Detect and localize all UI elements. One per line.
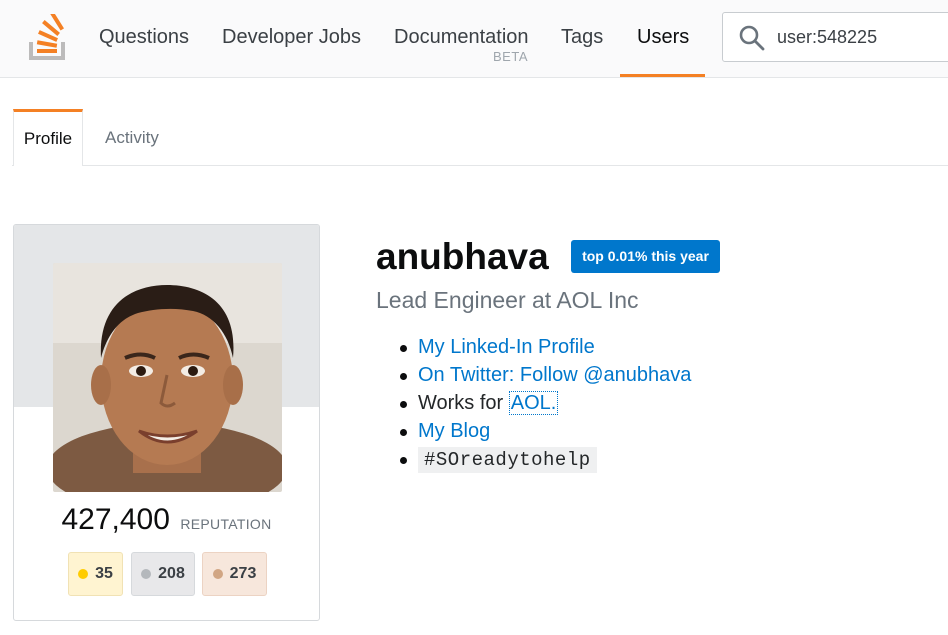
user-title: Lead Engineer at AOL Inc [376,287,639,313]
search-icon[interactable] [739,25,765,51]
gold-badge-count: 35 [95,565,113,582]
nav-users[interactable]: Users [637,26,689,49]
nav-developer-jobs[interactable]: Developer Jobs [222,26,361,49]
nav-documentation[interactable]: Documentation [394,26,529,49]
linkedin-link[interactable]: My Linked-In Profile [418,336,595,358]
stack-overflow-logo-icon[interactable] [28,14,68,60]
bronze-badge-icon [212,569,223,579]
gold-badge-icon [78,569,89,579]
list-item: My Blog [400,417,691,445]
avatar-card: 427,400 REPUTATION 35 208 273 [13,224,320,621]
gold-badges[interactable]: 35 [68,552,123,596]
works-for-text: Works for [418,392,509,414]
avatar[interactable] [53,263,282,492]
blog-link[interactable]: My Blog [418,420,490,442]
user-name: anubhava [376,236,549,277]
nav-tags[interactable]: Tags [561,26,603,49]
reputation: 427,400 REPUTATION [14,503,319,537]
tabs-divider [12,165,948,166]
bronze-badges[interactable]: 273 [202,552,267,596]
tab-activity[interactable]: Activity [105,128,159,148]
reputation-label: REPUTATION [180,516,272,532]
nav-documentation-beta-label: BETA [493,49,528,64]
search-input[interactable] [777,13,948,61]
top-bar: Questions Developer Jobs Documentation B… [0,0,948,78]
bronze-badge-count: 273 [229,565,257,582]
aol-link[interactable]: AOL. [508,391,559,415]
reputation-value: 427,400 [61,503,170,536]
nav-active-indicator [620,74,705,77]
silver-badges[interactable]: 208 [131,552,195,596]
silver-badge-icon [141,569,152,579]
top-percent-badge[interactable]: top 0.01% this year [571,240,720,273]
hashtag-code: #SOreadytohelp [418,447,597,473]
search-box[interactable] [722,12,948,62]
list-item: On Twitter: Follow @anubhava [400,361,691,389]
list-item: #SOreadytohelp [400,445,691,473]
list-item: My Linked-In Profile [400,333,691,361]
twitter-link[interactable]: On Twitter: Follow @anubhava [418,364,691,386]
list-item: Works for AOL. [400,389,691,417]
tab-profile[interactable]: Profile [13,109,83,166]
avatar-photo [53,263,282,492]
nav-questions[interactable]: Questions [99,26,189,49]
silver-badge-count: 208 [158,565,185,582]
about-me-list: My Linked-In Profile On Twitter: Follow … [400,333,691,473]
